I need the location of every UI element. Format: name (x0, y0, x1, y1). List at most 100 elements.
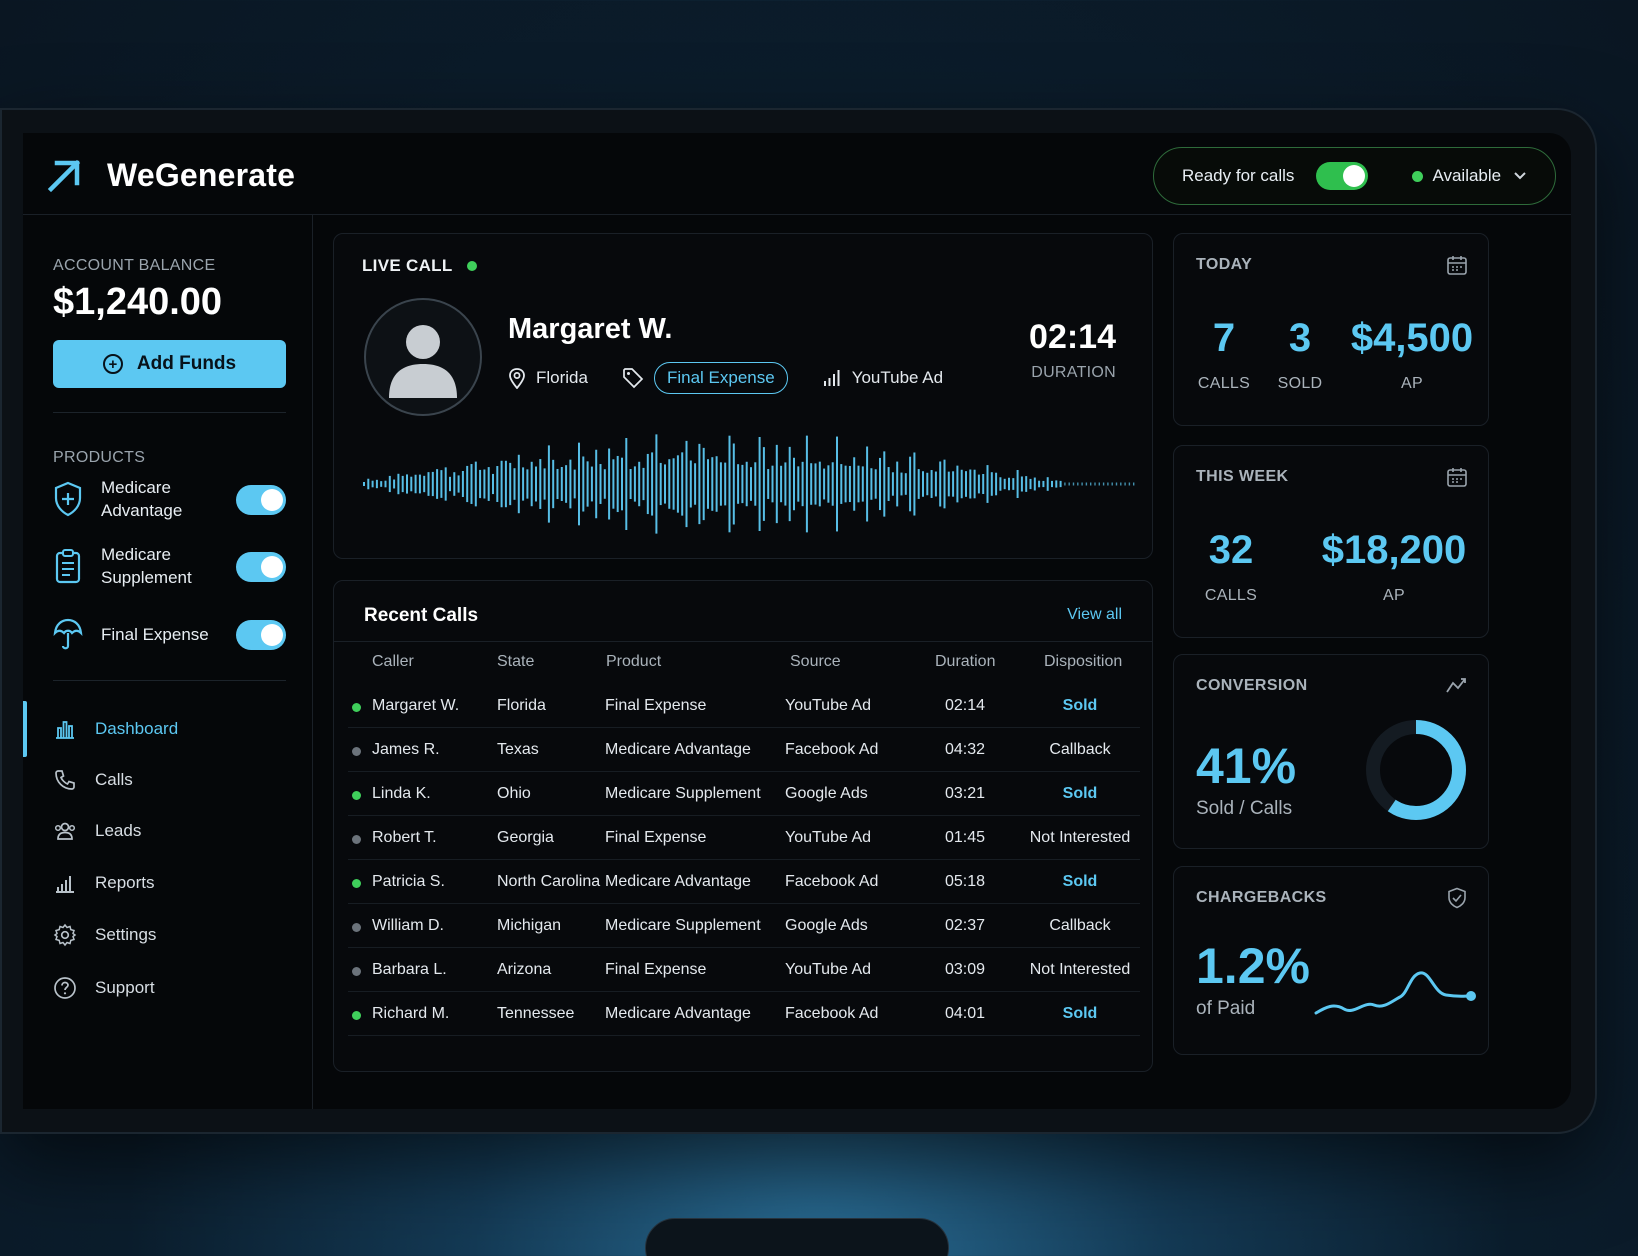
today-ap-label: AP (1401, 375, 1423, 392)
live-call-title: LIVE CALL (362, 256, 486, 276)
cell-duration: 03:21 (945, 785, 986, 802)
recent-calls-title: Recent Calls (364, 605, 479, 626)
table-row[interactable]: William D. Michigan Medicare Supplement Goo… (348, 904, 1140, 948)
chevron-down-icon (1513, 168, 1527, 184)
conversion-donut (1366, 720, 1466, 820)
cell-duration: 01:45 (945, 829, 986, 846)
table-row[interactable]: Barbara L. Arizona Final Expense YouTube Ad… (348, 948, 1140, 992)
product-toggle-medicare-advantage[interactable] (236, 485, 286, 515)
table-row[interactable]: Linda K. Ohio Medicare Supplement Google Ad… (348, 772, 1140, 816)
product-toggle-final-expense[interactable] (236, 620, 286, 650)
column-header[interactable]: Disposition (1044, 653, 1122, 671)
nav-leads[interactable]: Leads (23, 809, 312, 853)
account-balance-label: ACCOUNT BALANCE (53, 257, 216, 274)
row-status-dot-icon (352, 967, 361, 976)
nav-calls[interactable]: Calls (23, 758, 312, 802)
nav-label: Dashboard (95, 719, 179, 738)
cell-state: Arizona (497, 961, 552, 978)
week-calls-label: CALLS (1204, 587, 1258, 604)
nav-reports[interactable]: Reports (23, 861, 312, 905)
column-header[interactable]: Product (606, 653, 661, 671)
cell-product: Medicare Supplement (605, 785, 761, 802)
cell-state: Tennessee (497, 1005, 575, 1022)
today-calls-label: CALLS (1197, 375, 1251, 392)
row-status-dot-icon (352, 879, 361, 888)
clipboard-icon (53, 546, 85, 586)
cell-state: Ohio (497, 785, 531, 802)
caller-name: Margaret W. (508, 313, 673, 345)
ready-for-calls-toggle[interactable] (1316, 162, 1369, 190)
row-status-dot-icon (352, 835, 361, 844)
nav-label: Settings (95, 925, 157, 944)
cell-source: Facebook Ad (785, 1005, 879, 1022)
cell-caller: Richard M. (372, 1005, 450, 1022)
audio-waveform (363, 434, 1135, 534)
cell-disposition: Sold (1062, 873, 1098, 890)
nav-dashboard[interactable]: Dashboard (23, 701, 312, 757)
nav-settings[interactable]: Settings (23, 913, 312, 957)
column-header[interactable]: Duration (935, 653, 995, 671)
product-tag: Final Expense (653, 362, 788, 394)
shield-check-icon (1446, 887, 1468, 909)
table-row[interactable]: Margaret W. Florida Final Expense YouTube A… (348, 684, 1140, 728)
conversion-card: CONVERSION 41% Sold / Calls (1173, 654, 1489, 849)
app-name: WeGenerate (107, 156, 296, 193)
cell-caller: Linda K. (372, 785, 431, 802)
cell-product: Medicare Advantage (605, 1005, 751, 1022)
today-sold-value: 3 (1288, 316, 1312, 360)
cell-duration: 04:32 (945, 741, 986, 758)
view-all-link[interactable]: View all (1067, 606, 1122, 624)
product-medicare-advantage: Medicare Advantage (53, 473, 286, 525)
product-final-expense: Final Expense (53, 608, 286, 660)
add-funds-button[interactable]: + Add Funds (53, 340, 286, 388)
nav-label: Reports (95, 873, 155, 892)
cell-disposition: Callback (1049, 917, 1111, 934)
column-header[interactable]: Caller (372, 653, 414, 671)
help-icon (53, 976, 77, 1000)
nav-label: Calls (95, 770, 133, 789)
cell-caller: James R. (372, 741, 440, 758)
cell-state: Georgia (497, 829, 554, 846)
conversion-title: CONVERSION (1196, 677, 1308, 694)
week-title: THIS WEEK (1196, 468, 1289, 485)
nav-label: Support (95, 978, 155, 997)
trend-icon (1446, 675, 1468, 697)
account-balance-value: $1,240.00 (53, 281, 223, 323)
cell-duration: 02:37 (945, 917, 986, 934)
cell-disposition: Not Interested (1029, 961, 1131, 978)
cell-caller: Robert T. (372, 829, 437, 846)
conversion-value: 41% (1196, 738, 1297, 794)
live-indicator-icon (466, 261, 477, 271)
nav-support[interactable]: Support (23, 966, 312, 1010)
cell-source: YouTube Ad (785, 961, 872, 978)
plus-circle-icon: + (102, 354, 123, 374)
table-row[interactable]: Patricia S. North Carolina Medicare Advant… (348, 860, 1140, 904)
nav-label: Leads (95, 821, 142, 840)
cell-duration: 05:18 (945, 873, 986, 890)
logo: WeGenerate (45, 155, 295, 195)
availability-dropdown[interactable]: Available (1412, 166, 1527, 186)
availability-label: Available (1432, 166, 1502, 185)
status-dot-icon (1412, 170, 1424, 182)
cell-disposition: Sold (1062, 1005, 1098, 1022)
products-label: PRODUCTS (53, 449, 146, 466)
table-row[interactable]: James R. Texas Medicare Advantage Facebook … (348, 728, 1140, 772)
column-header[interactable]: Source (790, 653, 841, 671)
table-row[interactable]: Robert T. Georgia Final Expense YouTube Ad 0… (348, 816, 1140, 860)
sidebar-divider (53, 412, 286, 413)
product-toggle-medicare-supplement[interactable] (236, 552, 286, 582)
call-duration: 02:14 (1029, 318, 1116, 356)
app-screen: WeGenerate Ready for calls Available ACC… (23, 133, 1571, 1109)
gear-icon (53, 923, 77, 947)
column-header[interactable]: State (497, 653, 534, 671)
calendar-icon[interactable] (1446, 254, 1468, 276)
row-status-dot-icon (352, 791, 361, 800)
cell-product: Medicare Supplement (605, 917, 761, 934)
live-call-label: LIVE CALL (362, 256, 453, 275)
cell-state: Texas (497, 741, 539, 758)
calendar-icon[interactable] (1446, 466, 1468, 488)
table-row[interactable]: Richard M. Tennessee Medicare Advantage Fac… (348, 992, 1140, 1036)
week-ap-label: AP (1383, 587, 1405, 604)
cell-product: Medicare Advantage (605, 741, 751, 758)
today-calls-value: 7 (1212, 316, 1236, 360)
